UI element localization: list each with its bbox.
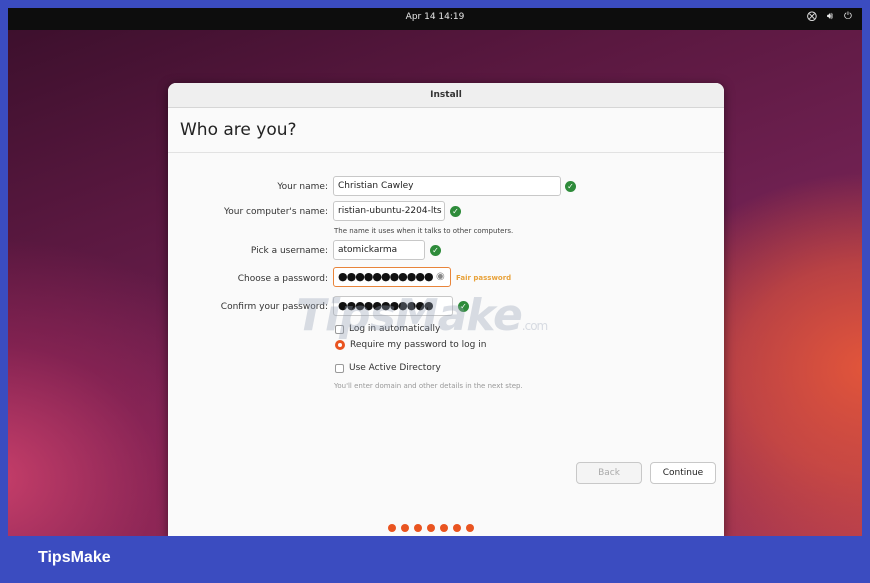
check-icon: ✓	[565, 181, 576, 192]
watermark: TipsMake.com	[296, 290, 548, 341]
watermark-suffix: .com	[521, 319, 548, 333]
checkbox[interactable]	[335, 363, 344, 373]
progress-dot	[427, 524, 435, 532]
power-icon[interactable]: ⏻	[842, 11, 854, 22]
active-directory-hint: You'll enter domain and other details in…	[334, 382, 523, 390]
show-password-icon[interactable]: ◉	[436, 271, 445, 282]
computer-name-label: Your computer's name:	[223, 207, 328, 217]
progress-dot	[414, 524, 422, 532]
progress-dot	[388, 524, 396, 532]
divider	[168, 152, 724, 153]
computer-name-hint: The name it uses when it talks to other …	[334, 227, 514, 235]
name-input[interactable]: Christian Cawley	[333, 176, 561, 196]
active-directory-label: Use Active Directory	[349, 363, 441, 373]
clock[interactable]: Apr 14 14:19	[8, 12, 862, 22]
watermark-text: TipsMake	[296, 290, 523, 341]
footer-banner: TipsMake	[0, 536, 870, 583]
screenshot-frame: Apr 14 14:19 ⨂ 🔊︎ ⏻ Install Who are you?…	[0, 0, 870, 583]
continue-button[interactable]: Continue	[650, 462, 716, 484]
check-icon: ✓	[450, 206, 461, 217]
active-directory-option[interactable]: Use Active Directory	[335, 363, 441, 373]
require-password-label: Require my password to log in	[350, 340, 487, 350]
system-tray[interactable]: ⨂ 🔊︎ ⏻	[806, 11, 854, 22]
dialog-title: Install	[168, 83, 724, 108]
password-strength: Fair password	[456, 274, 512, 282]
password-label: Choose a password:	[237, 274, 328, 284]
check-icon: ✓	[430, 245, 441, 256]
top-bar: Apr 14 14:19 ⨂ 🔊︎ ⏻	[8, 8, 862, 30]
progress-dot	[440, 524, 448, 532]
desktop-wallpaper: Apr 14 14:19 ⨂ 🔊︎ ⏻ Install Who are you?…	[8, 8, 862, 538]
network-icon[interactable]: ⨂	[806, 11, 818, 22]
progress-dot	[401, 524, 409, 532]
progress-dot	[453, 524, 461, 532]
username-label: Pick a username:	[250, 246, 328, 256]
radio-selected[interactable]	[335, 340, 345, 350]
require-password-option[interactable]: Require my password to log in	[335, 340, 486, 350]
name-label: Your name:	[277, 182, 328, 192]
back-button[interactable]: Back	[576, 462, 642, 484]
volume-icon[interactable]: 🔊︎	[824, 11, 836, 22]
password-input[interactable]: ●●●●●●●●●●●	[333, 267, 451, 287]
username-input[interactable]: atomickarma	[333, 240, 425, 260]
computer-name-input[interactable]: ristian-ubuntu-2204-lts	[333, 201, 445, 221]
progress-dots	[388, 524, 474, 532]
brand-logo: TipsMake	[38, 549, 111, 566]
page-title: Who are you?	[180, 120, 297, 140]
progress-dot	[466, 524, 474, 532]
